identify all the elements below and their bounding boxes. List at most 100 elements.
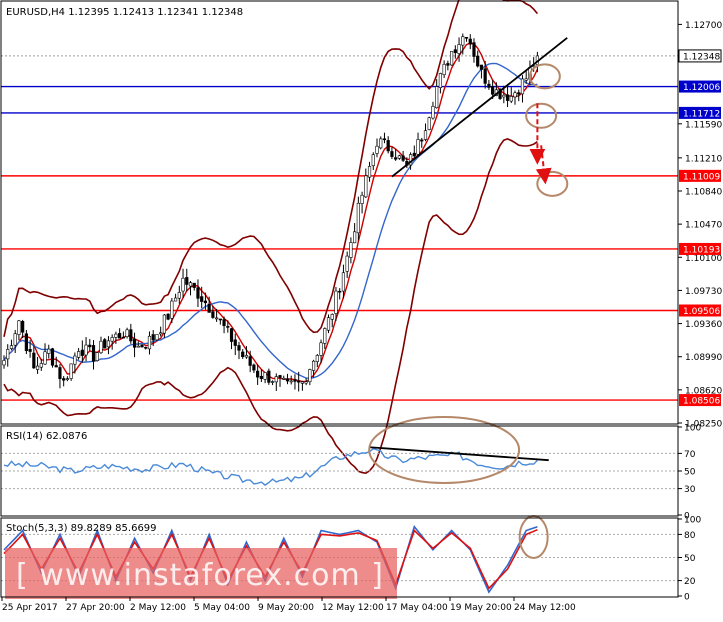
- candle-body: [397, 155, 401, 159]
- candle-body: [461, 36, 465, 46]
- candle-body: [338, 290, 342, 293]
- candle-body: [446, 63, 450, 66]
- candle-body: [364, 175, 368, 198]
- stoch-tick-label: 80: [684, 531, 696, 541]
- candle-body: [77, 351, 81, 358]
- stoch-title: Stoch(5,3,3) 89.8289 85.6699: [6, 523, 157, 534]
- chart-root: [ www.instaforex.com ] 1.12700 1.11590 1.1…: [0, 0, 723, 618]
- candle-body: [28, 348, 32, 352]
- price-chart-title: EURUSD,H4 1.12395 1.12413 1.12341 1.1234…: [6, 7, 243, 18]
- candle-body: [252, 364, 256, 371]
- price-tick-label: 1.10470: [685, 221, 722, 231]
- candle-body: [88, 344, 92, 348]
- candle-body: [476, 55, 480, 67]
- rsi-title: RSI(14) 62.0876: [6, 431, 87, 442]
- candle-body: [200, 296, 204, 302]
- candle-body: [420, 139, 424, 142]
- time-tick-label: 25 Apr 2017: [2, 603, 58, 613]
- candle-body: [185, 277, 189, 285]
- candle-body: [144, 346, 148, 349]
- candle-body: [125, 329, 129, 337]
- candle-body: [2, 360, 6, 366]
- candle-body: [196, 287, 200, 299]
- candle-body: [58, 367, 62, 379]
- stoch-tick-label: 0: [684, 593, 690, 603]
- candle-body: [35, 365, 40, 370]
- candle-body: [453, 49, 457, 54]
- candle-body: [222, 319, 226, 327]
- candle-body: [207, 303, 211, 313]
- candle-body: [136, 345, 140, 348]
- candle-body: [379, 138, 383, 149]
- candle-body: [103, 339, 107, 349]
- candle-body: [479, 64, 484, 70]
- candle-body: [256, 370, 260, 378]
- candle-body: [244, 355, 249, 358]
- candle-body: [248, 356, 252, 366]
- candle-body: [218, 318, 222, 321]
- candle-body: [427, 117, 431, 130]
- candle-body: [132, 338, 137, 348]
- candle-body: [159, 332, 163, 335]
- level-label: 1.09506: [683, 307, 720, 317]
- level-label: 1.11009: [683, 172, 720, 182]
- candle-body: [270, 381, 275, 383]
- candle-body: [297, 380, 301, 383]
- time-tick-label: 27 Apr 20:00: [66, 603, 125, 613]
- candle-body: [367, 166, 372, 178]
- candle-body: [483, 68, 487, 84]
- price-tick-label: 1.10840: [685, 188, 722, 198]
- candle-body: [95, 352, 99, 361]
- candle-body: [140, 344, 144, 348]
- candle-body: [289, 380, 293, 383]
- candle-body: [386, 140, 390, 152]
- candle-body: [517, 92, 521, 95]
- price-tick-label: 1.11210: [685, 154, 722, 164]
- candle-body: [326, 317, 331, 331]
- candle-body: [181, 277, 185, 292]
- candle-body: [192, 282, 196, 288]
- candle-body: [330, 314, 334, 320]
- candle-body: [300, 381, 305, 384]
- level-label: 1.11712: [683, 109, 720, 119]
- time-tick-label: 9 May 20:00: [258, 603, 314, 613]
- level-label: 1.12006: [683, 83, 720, 93]
- time-tick-label: 19 May 20:00: [450, 603, 512, 613]
- candle-body: [80, 349, 84, 356]
- candle-body: [412, 152, 416, 157]
- candle-body: [118, 333, 122, 339]
- candle-body: [311, 360, 316, 371]
- candle-body: [17, 320, 21, 335]
- candle-body: [334, 290, 338, 314]
- time-tick-label: 5 May 04:00: [194, 603, 250, 613]
- candle-body: [129, 329, 133, 342]
- candle-body: [390, 151, 394, 157]
- candle-body: [21, 321, 25, 333]
- candle-body: [360, 194, 364, 204]
- candle-body: [84, 344, 88, 356]
- candle-body: [513, 92, 517, 98]
- candle-body: [229, 328, 234, 342]
- candle-body: [50, 348, 55, 366]
- candle-body: [162, 314, 166, 334]
- candle-body: [505, 94, 510, 101]
- candle-body: [416, 139, 420, 155]
- candle-body: [226, 326, 230, 328]
- candle-body: [509, 96, 513, 102]
- candle-body: [155, 334, 159, 341]
- watermark-text: [ www.instaforex.com ]: [16, 558, 384, 593]
- candle-body: [177, 292, 181, 299]
- time-tick-label: 24 May 12:00: [514, 603, 576, 613]
- candle-body: [293, 379, 297, 382]
- candle-body: [464, 36, 469, 39]
- candle-body: [24, 333, 28, 351]
- candle-body: [203, 300, 208, 304]
- candle-body: [524, 78, 528, 81]
- rsi-tick-label: 70: [684, 450, 696, 460]
- candle-body: [99, 340, 103, 354]
- candle-body: [110, 337, 114, 342]
- candle-body: [341, 272, 346, 292]
- candle-body: [487, 83, 491, 88]
- candle-body: [468, 38, 472, 45]
- price-tick-label: 1.08990: [685, 353, 722, 363]
